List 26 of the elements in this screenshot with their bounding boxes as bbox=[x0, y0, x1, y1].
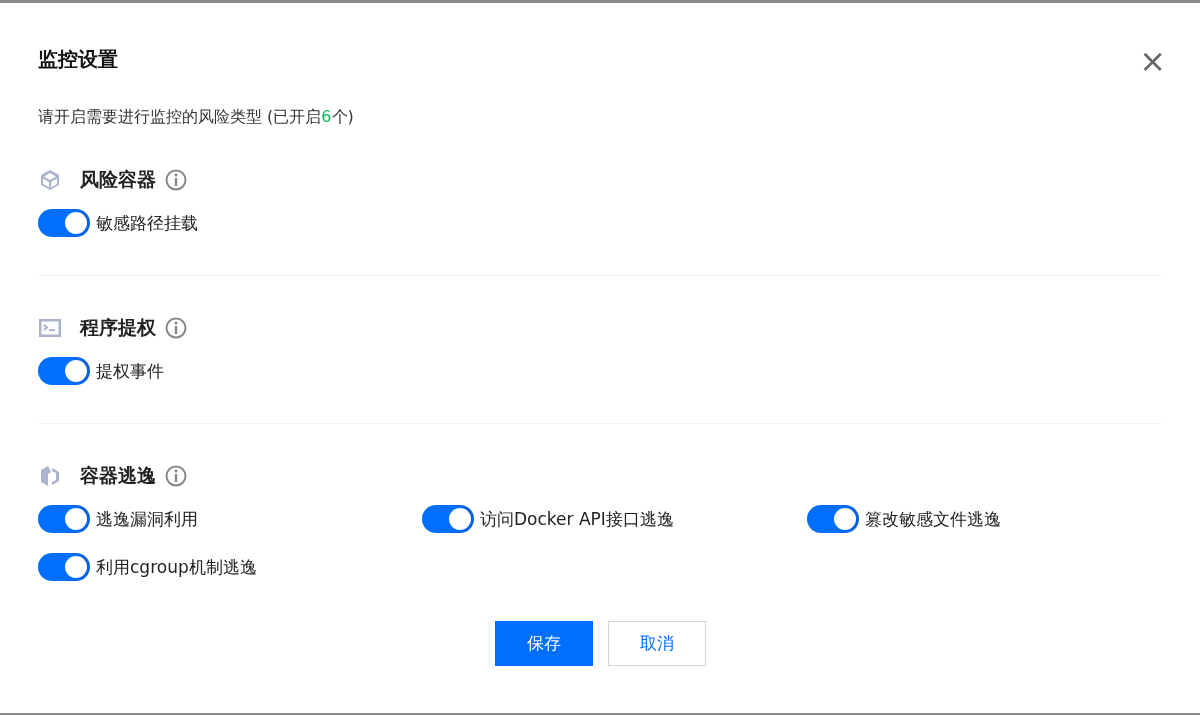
toggle-label: 利用cgroup机制逃逸 bbox=[96, 555, 257, 579]
subtitle: 请开启需要进行监控的风险类型 (已开启6个) bbox=[38, 106, 355, 128]
toggle-switch[interactable] bbox=[38, 553, 90, 581]
toggle-label: 提权事件 bbox=[96, 359, 164, 383]
cube-icon bbox=[38, 168, 62, 192]
toggle-switch[interactable] bbox=[38, 209, 90, 237]
toggle-label: 篡改敏感文件逃逸 bbox=[865, 507, 1001, 531]
info-icon[interactable] bbox=[164, 316, 188, 340]
toggle-switch[interactable] bbox=[38, 357, 90, 385]
toggle-label: 逃逸漏洞利用 bbox=[96, 507, 198, 531]
terminal-icon bbox=[38, 316, 62, 340]
section-title: 程序提权 bbox=[80, 315, 156, 340]
toggle-label: 访问Docker API接口逃逸 bbox=[480, 507, 674, 531]
section-title: 容器逃逸 bbox=[80, 463, 156, 488]
section-title: 风险容器 bbox=[80, 167, 156, 192]
cancel-button[interactable]: 取消 bbox=[607, 621, 706, 666]
toggle-switch[interactable] bbox=[38, 505, 90, 533]
box-icon bbox=[38, 464, 62, 488]
toggle-switch[interactable] bbox=[422, 505, 474, 533]
toggle-switch[interactable] bbox=[807, 505, 859, 533]
dialog-title: 监控设置 bbox=[38, 46, 118, 73]
info-icon[interactable] bbox=[164, 168, 188, 192]
info-icon[interactable] bbox=[164, 464, 188, 488]
toggle-label: 敏感路径挂载 bbox=[96, 211, 198, 235]
close-button[interactable]: × bbox=[1135, 45, 1170, 77]
save-button[interactable]: 保存 bbox=[494, 621, 593, 666]
